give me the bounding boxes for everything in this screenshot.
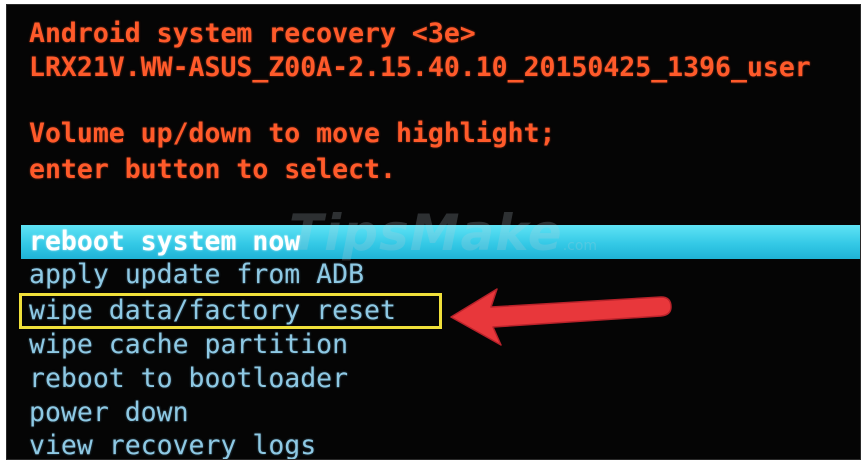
- menu-item-apply-update-from-adb[interactable]: apply update from ADB: [29, 259, 364, 291]
- arrow-left-icon: [450, 288, 672, 346]
- menu-item-power-down[interactable]: power down: [29, 397, 189, 429]
- menu-item-wipe-cache-partition[interactable]: wipe cache partition: [29, 329, 348, 361]
- recovery-title: Android system recovery <3e>: [29, 18, 476, 49]
- menu-item-reboot-system-now[interactable]: reboot system now: [29, 226, 300, 258]
- menu-item-view-recovery-logs[interactable]: view recovery logs: [29, 430, 316, 459]
- menu-item-reboot-to-bootloader[interactable]: reboot to bootloader: [29, 363, 348, 395]
- recovery-screen: Android system recovery <3e> LRX21V.WW-A…: [6, 4, 861, 460]
- watermark-text: TipsMake: [289, 204, 563, 262]
- highlight-callout-box: [19, 293, 442, 329]
- instruction-line-2: enter button to select.: [29, 154, 396, 185]
- build-string: LRX21V.WW-ASUS_Z00A-2.15.40.10_20150425_…: [29, 52, 811, 83]
- watermark-suffix: .com: [562, 238, 598, 254]
- instruction-line-1: Volume up/down to move highlight;: [29, 118, 556, 149]
